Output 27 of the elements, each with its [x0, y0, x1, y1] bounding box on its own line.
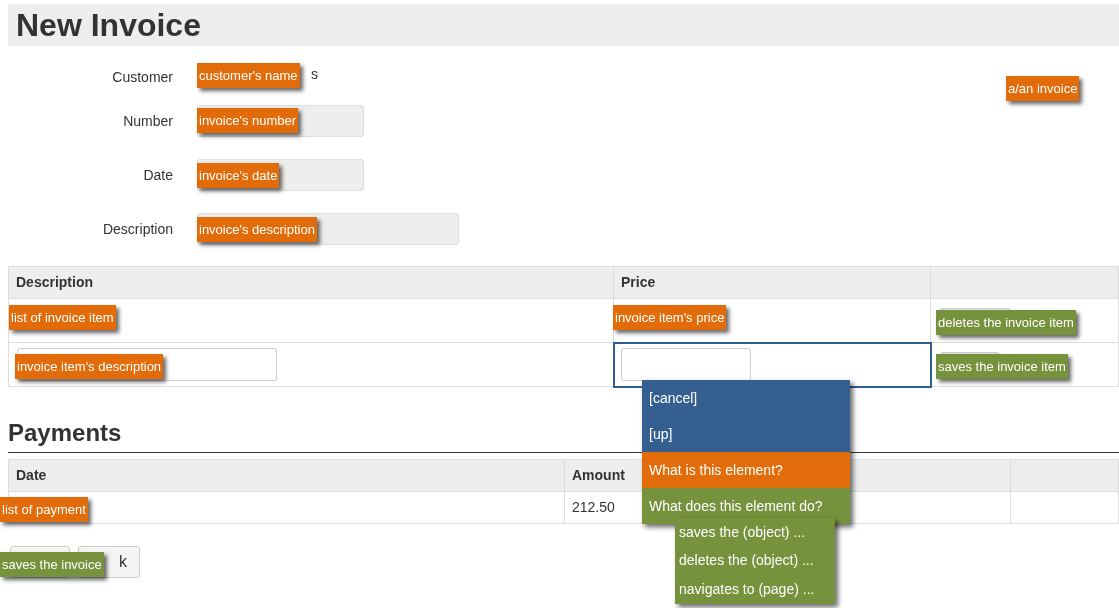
customer-value: s: [311, 65, 318, 82]
text-field[interactable]: [620, 348, 751, 381]
menu-item[interactable]: deletes the (object) ...: [675, 546, 835, 575]
action-tooltip: saves the invoice: [0, 552, 104, 577]
field-label: Date: [142, 165, 173, 185]
element-tooltip: invoice item's price: [613, 305, 727, 330]
menu-item[interactable]: [up]: [642, 416, 850, 452]
element-tooltip: a/an invoice: [1006, 76, 1080, 101]
element-tooltip: invoice item's description: [15, 354, 164, 379]
field-label: Description: [101, 219, 173, 239]
column-header: Date: [8, 459, 565, 491]
column-header: Description: [8, 266, 614, 299]
menu-item[interactable]: [cancel]: [642, 380, 850, 416]
element-tooltip: invoice's number: [197, 108, 299, 133]
menu-item[interactable]: navigates to (page) ...: [675, 575, 835, 604]
field-label: Customer: [111, 67, 173, 87]
field-label: Number: [122, 111, 173, 131]
menu-item[interactable]: What is this element?: [642, 452, 850, 488]
action-tooltip: saves the invoice item: [936, 354, 1068, 379]
action-tooltip: deletes the invoice item: [936, 310, 1076, 335]
element-tooltip: customer's name: [197, 63, 300, 88]
element-tooltip: invoice's description: [197, 217, 317, 242]
element-tooltip: invoice's date: [197, 163, 280, 188]
element-tooltip: list of invoice item: [9, 305, 116, 330]
element-tooltip: list of payment: [0, 497, 88, 522]
column-header: Price: [613, 266, 931, 299]
page-title: New Invoice: [16, 9, 201, 41]
